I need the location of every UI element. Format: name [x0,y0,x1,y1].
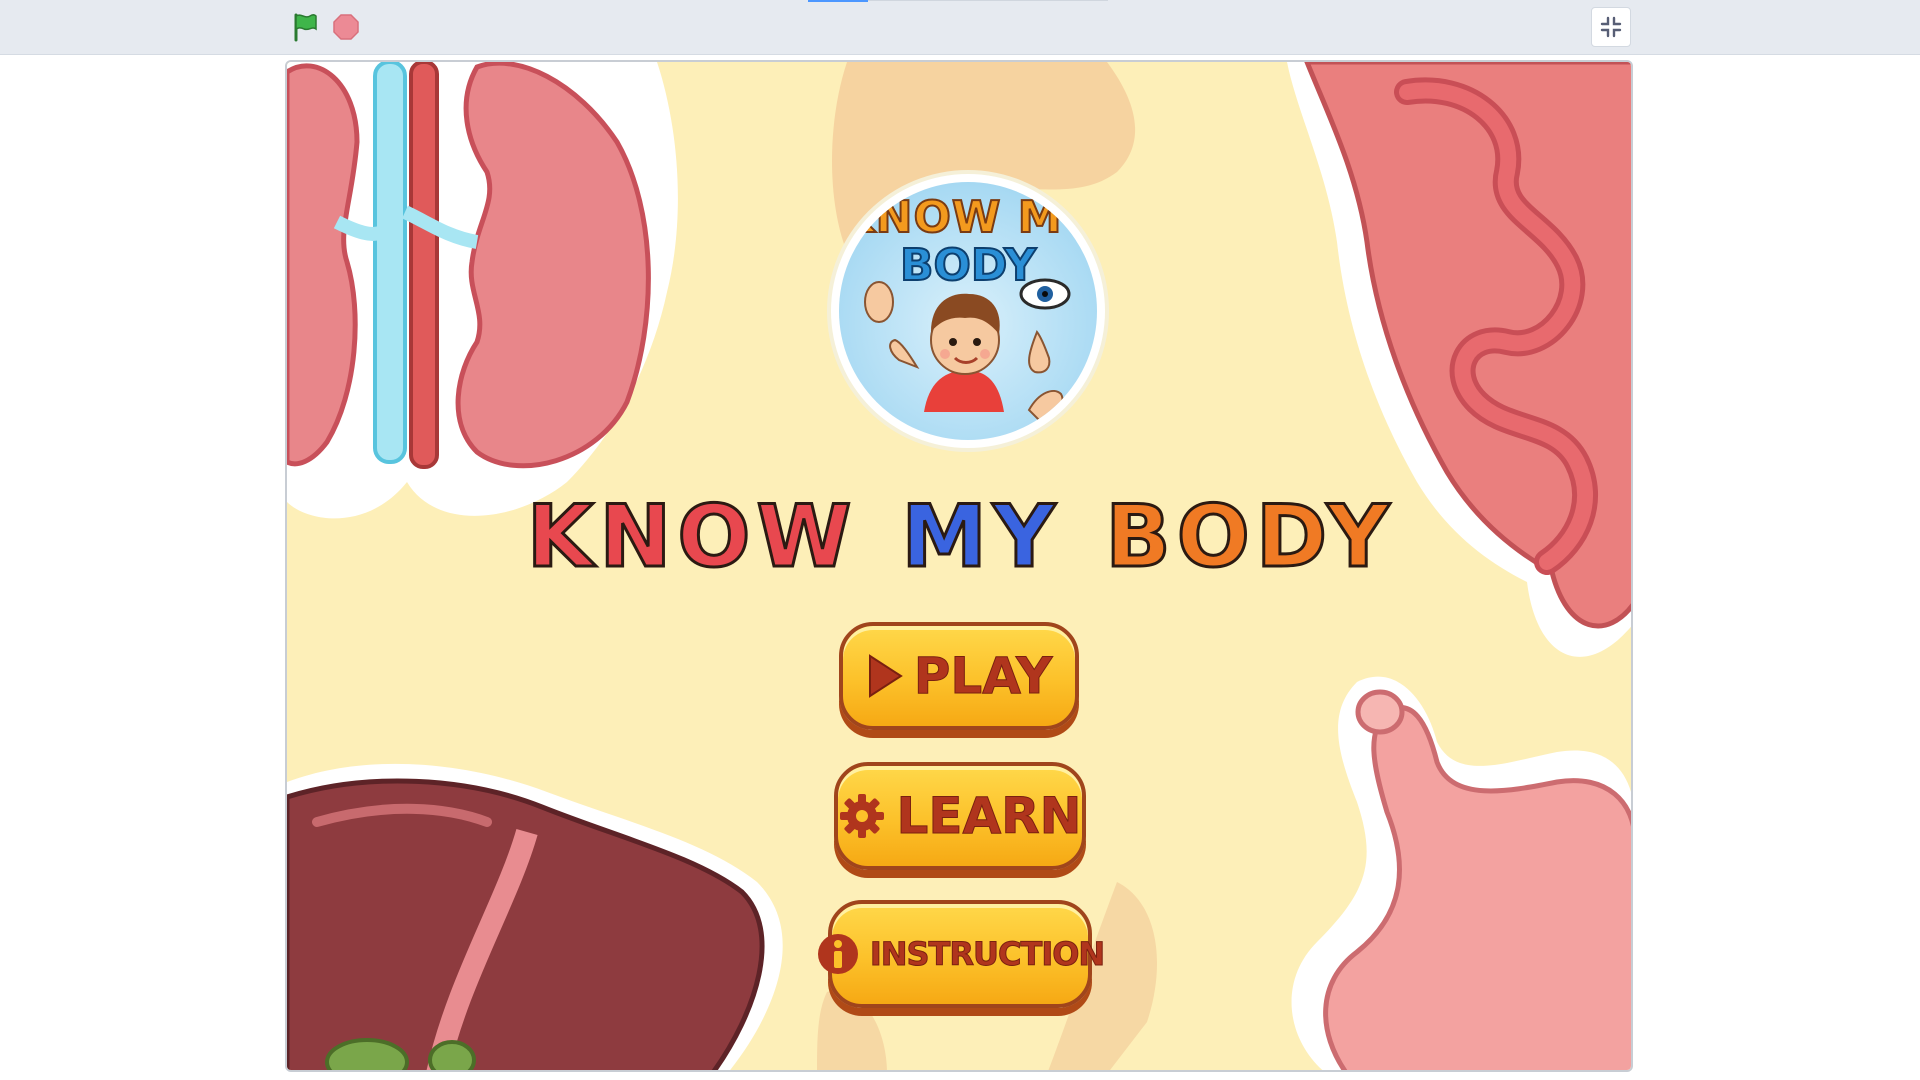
learn-button[interactable]: LEARN [834,762,1086,870]
stop-sign-icon [333,14,359,40]
boy-character-illustration [864,278,1071,422]
title-word-body: BODY [1104,486,1396,589]
instruction-label: INSTRUCTION [869,935,1105,974]
stop-button[interactable] [333,14,359,40]
game-stage[interactable]: KNOW MY BODY KNOW MY BODY PLAY LEARN INS… [285,60,1633,1072]
play-label: PLAY [913,647,1053,706]
exit-fullscreen-icon [1600,16,1622,38]
game-title: KNOW MY BODY [287,486,1631,589]
play-icon [866,653,904,699]
exit-fullscreen-button[interactable] [1591,7,1631,47]
title-word-know: KNOW [525,486,858,589]
toolbar-divider [868,0,1108,1]
info-icon [816,932,860,976]
game-logo: KNOW MY BODY [831,174,1105,448]
player-toolbar [0,0,1920,55]
toolbar-accent [808,0,868,2]
learn-label: LEARN [896,787,1082,846]
instruction-button[interactable]: INSTRUCTION [817,900,1106,1008]
game-logo-inner: KNOW MY BODY [839,182,1097,440]
title-word-my: MY [900,486,1062,589]
green-flag-icon [294,13,317,42]
green-flag-button[interactable] [290,12,320,42]
play-button[interactable]: PLAY [839,622,1079,730]
gear-icon [838,792,886,840]
